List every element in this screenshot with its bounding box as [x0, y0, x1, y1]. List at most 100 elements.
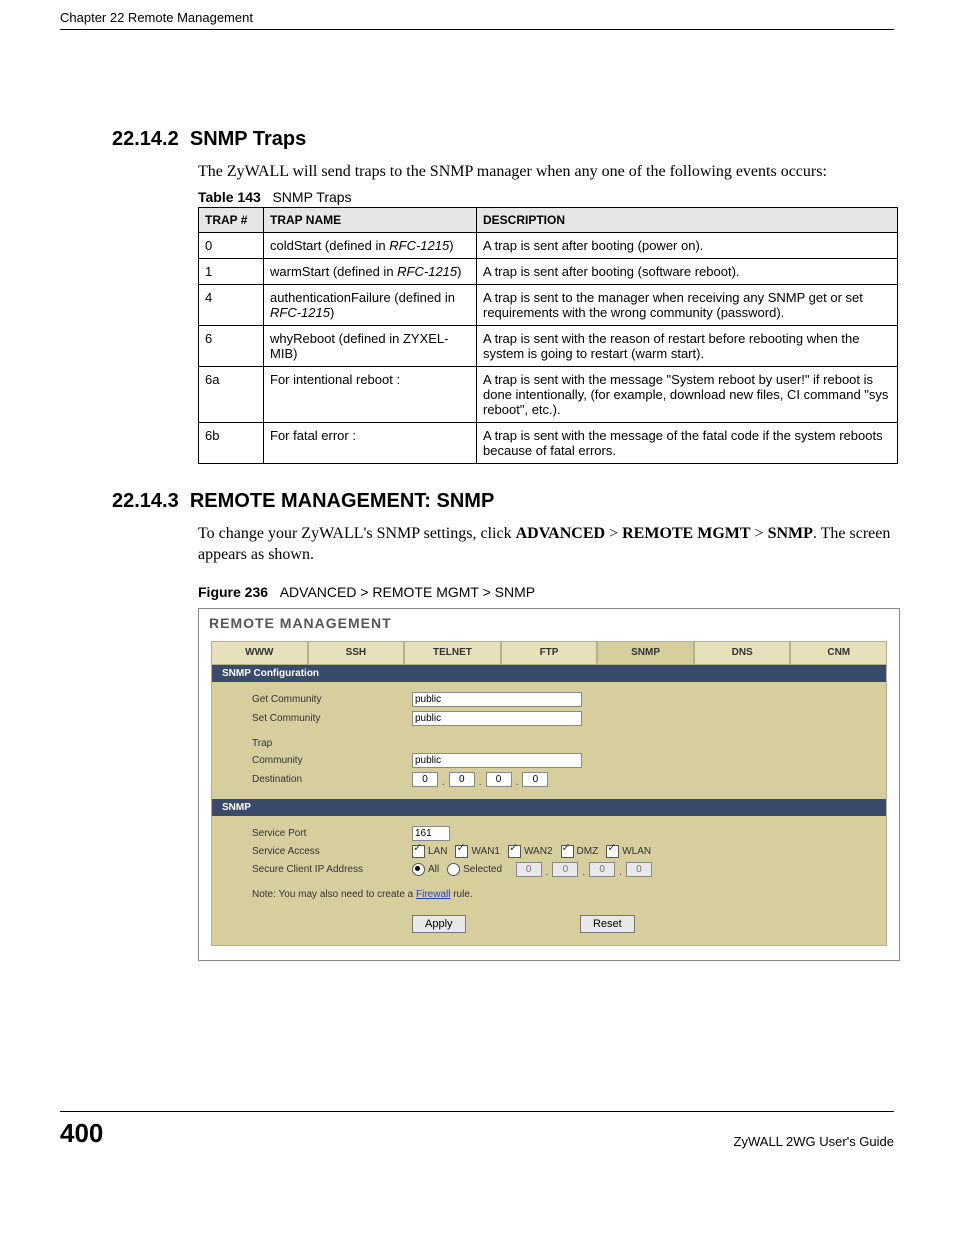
row-get-community: Get Community [212, 690, 886, 709]
col-trap-num: TRAP # [199, 207, 264, 232]
label-set-community: Set Community [252, 713, 412, 724]
button-row: Apply Reset [212, 900, 886, 933]
label-service-port: Service Port [252, 828, 412, 839]
table-row: 6aFor intentional reboot :A trap is sent… [199, 366, 898, 422]
page-footer: 400 ZyWALL 2WG User's Guide [60, 1111, 894, 1149]
checkbox-wlan[interactable] [606, 845, 619, 858]
section-heading-1: 22.14.2 SNMP Traps [112, 128, 894, 151]
radio-selected-label: Selected [463, 864, 502, 875]
checkbox-dmz[interactable] [561, 845, 574, 858]
tab-cnm[interactable]: CNM [790, 641, 887, 664]
tab-dns[interactable]: DNS [694, 641, 791, 664]
label-secure-ip: Secure Client IP Address [252, 864, 412, 875]
figure-title: ADVANCED > REMOTE MGMT > SNMP [280, 584, 535, 600]
checkbox-label: LAN [428, 846, 447, 857]
section-num: 22.14.2 [112, 128, 179, 150]
row-community: Community [212, 751, 886, 770]
label-community: Community [252, 755, 412, 766]
table-row: 6bFor fatal error :A trap is sent with t… [199, 422, 898, 463]
input-secure-3[interactable] [589, 862, 615, 877]
row-secure-ip: Secure Client IP Address All Selected . … [212, 860, 886, 879]
label-service-access: Service Access [252, 846, 412, 857]
checkbox-wan2[interactable] [508, 845, 521, 858]
cell-trap-name: coldStart (defined in RFC-1215) [264, 232, 477, 258]
section2-body: To change your ZyWALL's SNMP settings, c… [198, 523, 894, 566]
row-trap: Trap [212, 736, 886, 751]
checkbox-label: WLAN [622, 846, 651, 857]
radio-all-label: All [428, 864, 439, 875]
cell-trap-name: For fatal error : [264, 422, 477, 463]
cell-description: A trap is sent with the message of the f… [477, 422, 898, 463]
row-destination: Destination . . . [212, 770, 886, 789]
cell-description: A trap is sent to the manager when recei… [477, 284, 898, 325]
snmp-screenshot: REMOTE MANAGEMENT WWWSSHTELNETFTPSNMPDNS… [198, 608, 900, 961]
tab-ftp[interactable]: FTP [501, 641, 598, 664]
section-bar-config: SNMP Configuration [212, 665, 886, 682]
input-get-community[interactable] [412, 692, 582, 707]
checkbox-lan[interactable] [412, 845, 425, 858]
section-num: 22.14.3 [112, 490, 179, 512]
row-service-port: Service Port [212, 824, 886, 843]
input-secure-1[interactable] [516, 862, 542, 877]
tab-snmp[interactable]: SNMP [597, 641, 694, 664]
cell-trap-num: 4 [199, 284, 264, 325]
screenshot-title: REMOTE MANAGEMENT [199, 609, 899, 641]
table-row: 4authenticationFailure (defined in RFC-1… [199, 284, 898, 325]
tab-telnet[interactable]: TELNET [404, 641, 501, 664]
chapter-header: Chapter 22 Remote Management [60, 0, 894, 30]
input-dest-4[interactable] [522, 772, 548, 787]
col-trap-name: TRAP NAME [264, 207, 477, 232]
section-title: SNMP Traps [190, 128, 306, 150]
cell-trap-num: 6a [199, 366, 264, 422]
table-caption: Table 143 SNMP Traps [198, 189, 894, 205]
col-description: DESCRIPTION [477, 207, 898, 232]
section-title: REMOTE MANAGEMENT: SNMP [190, 490, 494, 512]
table-num: Table 143 [198, 189, 261, 205]
tab-ssh[interactable]: SSH [308, 641, 405, 664]
input-secure-4[interactable] [626, 862, 652, 877]
cell-description: A trap is sent after booting (power on). [477, 232, 898, 258]
figure-num: Figure 236 [198, 584, 268, 600]
cell-description: A trap is sent with the message "System … [477, 366, 898, 422]
row-set-community: Set Community [212, 709, 886, 728]
snmp-traps-table: TRAP # TRAP NAME DESCRIPTION 0coldStart … [198, 207, 898, 464]
cell-trap-name: whyReboot (defined in ZYXEL-MIB) [264, 325, 477, 366]
input-secure-2[interactable] [552, 862, 578, 877]
tab-www[interactable]: WWW [211, 641, 308, 664]
table-row: 0coldStart (defined in RFC-1215)A trap i… [199, 232, 898, 258]
cell-trap-name: authenticationFailure (defined in RFC-12… [264, 284, 477, 325]
apply-button[interactable]: Apply [412, 915, 466, 933]
input-dest-1[interactable] [412, 772, 438, 787]
cell-description: A trap is sent with the reason of restar… [477, 325, 898, 366]
checkbox-label: WAN2 [524, 846, 553, 857]
input-dest-2[interactable] [449, 772, 475, 787]
cell-trap-name: warmStart (defined in RFC-1215) [264, 258, 477, 284]
label-destination: Destination [252, 774, 412, 785]
cell-trap-name: For intentional reboot : [264, 366, 477, 422]
radio-all[interactable] [412, 863, 425, 876]
input-dest-3[interactable] [486, 772, 512, 787]
cell-trap-num: 1 [199, 258, 264, 284]
figure-caption: Figure 236 ADVANCED > REMOTE MGMT > SNMP [198, 584, 894, 600]
table-row: 6whyReboot (defined in ZYXEL-MIB)A trap … [199, 325, 898, 366]
table-row: 1warmStart (defined in RFC-1215)A trap i… [199, 258, 898, 284]
reset-button[interactable]: Reset [580, 915, 635, 933]
guide-name: ZyWALL 2WG User's Guide [734, 1134, 894, 1149]
section1-body: The ZyWALL will send traps to the SNMP m… [198, 161, 894, 183]
table-title: SNMP Traps [272, 189, 351, 205]
section-bar-snmp: SNMP [212, 799, 886, 816]
input-community[interactable] [412, 753, 582, 768]
section-heading-2: 22.14.3 REMOTE MANAGEMENT: SNMP [112, 490, 894, 513]
row-service-access: Service Access LANWAN1WAN2DMZWLAN [212, 843, 886, 860]
cell-description: A trap is sent after booting (software r… [477, 258, 898, 284]
page-number: 400 [60, 1118, 103, 1149]
input-service-port[interactable] [412, 826, 450, 841]
firewall-link[interactable]: Firewall [416, 889, 450, 900]
snmp-panel: SNMP Configuration Get Community Set Com… [211, 664, 887, 946]
label-trap: Trap [252, 738, 412, 749]
checkbox-wan1[interactable] [455, 845, 468, 858]
radio-selected[interactable] [447, 863, 460, 876]
note-row: Note: You may also need to create a Fire… [212, 879, 886, 900]
label-get-community: Get Community [252, 694, 412, 705]
input-set-community[interactable] [412, 711, 582, 726]
